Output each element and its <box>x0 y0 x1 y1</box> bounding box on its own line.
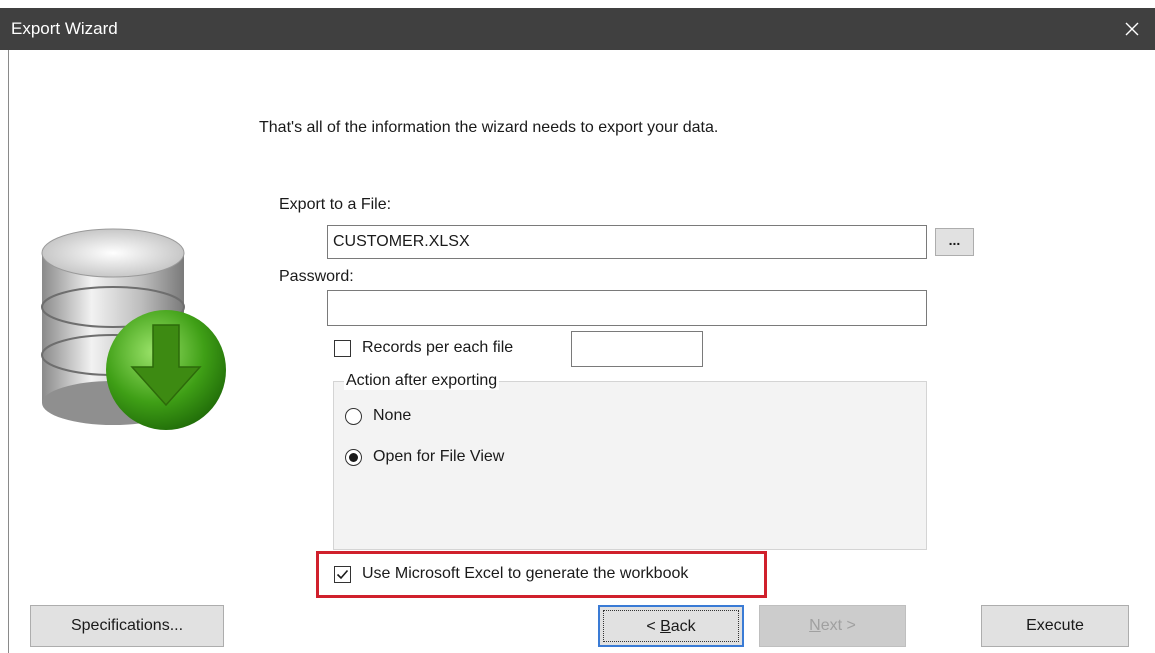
next-label-rest: ext > <box>820 617 856 634</box>
export-file-label: Export to a File: <box>279 196 392 213</box>
records-per-file-label: Records per each file <box>362 339 514 356</box>
browse-button[interactable]: ... <box>935 228 974 256</box>
checkmark-icon <box>336 569 349 580</box>
use-excel-checkbox[interactable] <box>334 566 351 583</box>
records-per-file-input[interactable] <box>571 331 703 367</box>
export-file-input[interactable]: CUSTOMER.XLSX <box>327 225 927 259</box>
next-label-accel: N <box>809 617 821 634</box>
action-group-legend: Action after exporting <box>344 372 500 390</box>
focus-rect <box>603 610 739 642</box>
radio-none[interactable] <box>345 408 362 425</box>
radio-open-file-view-label: Open for File View <box>373 448 505 465</box>
radio-selected-dot <box>349 453 358 462</box>
specifications-button[interactable]: Specifications... <box>30 605 224 647</box>
execute-button[interactable]: Execute <box>981 605 1129 647</box>
close-button[interactable] <box>1109 8 1155 50</box>
database-export-icon <box>41 228 226 430</box>
title-bar: Export Wizard <box>0 8 1155 50</box>
password-input[interactable] <box>327 290 927 326</box>
use-excel-label: Use Microsoft Excel to generate the work… <box>362 565 689 582</box>
radio-open-file-view[interactable] <box>345 449 362 466</box>
back-button[interactable]: < Back <box>598 605 744 647</box>
window-title: Export Wizard <box>11 19 118 38</box>
window-left-border <box>8 50 9 653</box>
intro-text: That's all of the information the wizard… <box>259 119 719 136</box>
next-button[interactable]: Next > <box>759 605 906 647</box>
records-per-file-checkbox[interactable] <box>334 340 351 357</box>
radio-none-label: None <box>373 407 412 424</box>
close-icon <box>1125 22 1139 36</box>
password-label: Password: <box>279 268 354 285</box>
